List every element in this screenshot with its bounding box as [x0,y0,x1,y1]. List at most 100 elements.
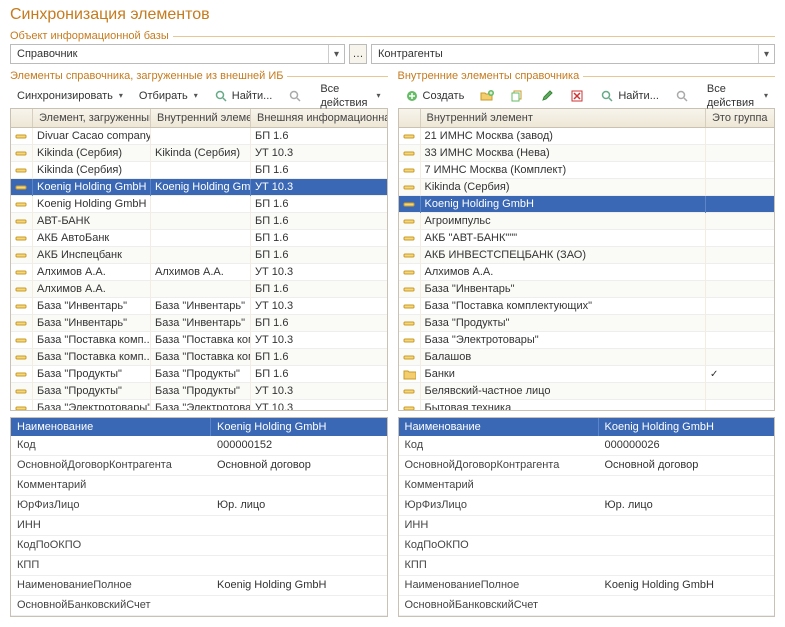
detail-row[interactable]: КПП [399,556,775,576]
table-row[interactable]: База "Инвентарь"База "Инвентарь"УТ 10.3 [11,298,387,315]
object-type-ellipsis-button[interactable]: … [349,44,367,64]
table-row[interactable]: 21 ИМНС Москва (завод) [399,128,775,145]
table-row[interactable]: Алхимов А.А.БП 1.6 [11,281,387,298]
row-icon [399,162,421,179]
edit-button[interactable] [533,86,561,106]
copy-button[interactable] [503,86,531,106]
cell-internal [151,162,251,179]
table-row[interactable]: База "Инвентарь"База "Инвентарь"БП 1.6 [11,315,387,332]
cell-group [706,196,774,213]
table-row[interactable]: Kikinda (Сербия)БП 1.6 [11,162,387,179]
table-row[interactable]: АКБ ИНВЕСТСПЕЦБАНК (ЗАО) [399,247,775,264]
table-row[interactable]: Алхимов А.А. [399,264,775,281]
table-row[interactable]: База "Электротовары"База "Электротовары"… [11,400,387,410]
detail-row[interactable]: ЮрФизЛицоЮр. лицо [399,496,775,516]
detail-row[interactable]: ИНН [11,516,387,536]
object-fieldset: Объект информационной базы Справочник ▾ … [10,30,775,64]
detail-row[interactable]: Код000000152 [11,436,387,456]
table-row[interactable]: Агроимпульс [399,213,775,230]
detail-row[interactable]: НаименованиеПолноеKoenig Holding GmbH [11,576,387,596]
create-icon [405,89,419,103]
table-row[interactable]: Koenig Holding GmbHБП 1.6 [11,196,387,213]
cell-external: Koenig Holding GmbH [33,179,151,196]
table-row[interactable]: АВТ-БАНКБП 1.6 [11,213,387,230]
table-row[interactable]: Алхимов А.А.Алхимов А.А.УТ 10.3 [11,264,387,281]
left-header-ext[interactable]: Элемент, загруженный из ... [33,109,151,127]
left-grid: Элемент, загруженный из ... Внутренний э… [10,108,388,411]
object-ref-field[interactable]: Контрагенты ▾ [371,44,775,64]
cell-name: Koenig Holding GmbH [421,196,707,213]
table-row[interactable]: База "Электротовары" [399,332,775,349]
left-grid-body[interactable]: Divuar Cacao companyБП 1.6Kikinda (Серби… [11,128,387,410]
table-row[interactable]: 7 ИМНС Москва (Комплект) [399,162,775,179]
detail-row[interactable]: ОсновнойБанковскийСчет [399,596,775,616]
detail-row[interactable]: КодПоОКПО [399,536,775,556]
detail-key: Комментарий [11,476,211,495]
delete-button[interactable] [563,86,591,106]
detail-value: 000000152 [211,436,387,455]
right-grid-body[interactable]: 21 ИМНС Москва (завод)33 ИМНС Москва (Не… [399,128,775,410]
table-row[interactable]: Балашов [399,349,775,366]
table-row[interactable]: АКБ ИнспецбанкБП 1.6 [11,247,387,264]
cell-name: Агроимпульс [421,213,707,230]
cell-external: База "Электротовары" [33,400,151,411]
create-button[interactable]: Создать [398,86,472,106]
right-header-group[interactable]: Это группа [706,109,774,127]
detail-row[interactable]: ИНН [399,516,775,536]
filter-button[interactable]: Отбирать▾ [132,86,205,106]
cell-name: 7 ИМНС Москва (Комплект) [421,162,707,179]
detail-row[interactable]: КодПоОКПО [11,536,387,556]
table-row[interactable]: АКБ "АВТ-БАНК""" [399,230,775,247]
detail-row[interactable]: Код000000026 [399,436,775,456]
table-row[interactable]: Kikinda (Сербия) [399,179,775,196]
clear-find-button-left[interactable] [281,86,309,106]
all-actions-left[interactable]: Все действия▾ [313,79,387,113]
detail-row[interactable]: Комментарий [399,476,775,496]
find-button-left[interactable]: Найти... [207,86,280,106]
object-type-field[interactable]: Справочник ▾ [10,44,345,64]
row-icon [11,332,33,349]
table-row[interactable]: Kikinda (Сербия)Kikinda (Сербия)УТ 10.3 [11,145,387,162]
row-icon [399,349,421,366]
table-row[interactable]: АКБ АвтоБанкБП 1.6 [11,230,387,247]
detail-row[interactable]: ЮрФизЛицоЮр. лицо [11,496,387,516]
right-det-header-val: Koenig Holding GmbH [599,418,775,436]
object-legend: Объект информационной базы [10,30,169,42]
table-row[interactable]: База "Продукты" [399,315,775,332]
detail-row[interactable]: Комментарий [11,476,387,496]
detail-row[interactable]: КПП [11,556,387,576]
row-icon [399,315,421,332]
detail-key: ОсновнойДоговорКонтрагента [11,456,211,475]
table-row[interactable]: 33 ИМНС Москва (Нева) [399,145,775,162]
clear-find-button-right[interactable] [668,86,696,106]
all-actions-right[interactable]: Все действия▾ [700,79,775,113]
table-row[interactable]: Белявский-частное лицо [399,383,775,400]
cell-group [706,230,774,247]
detail-row[interactable]: ОсновнойБанковскийСчет [11,596,387,616]
table-row[interactable]: База "Инвентарь" [399,281,775,298]
object-ref-value: Контрагенты [372,44,758,64]
object-ref-dropdown-icon[interactable]: ▾ [758,45,774,63]
table-row[interactable]: База "Продукты"База "Продукты"УТ 10.3 [11,383,387,400]
table-row[interactable]: Koenig Holding GmbHKoenig Holding GmbHУТ… [11,179,387,196]
table-row[interactable]: База "Поставка комп...База "Поставка ком… [11,332,387,349]
table-row[interactable]: Divuar Cacao companyБП 1.6 [11,128,387,145]
left-header-int[interactable]: Внутренний элемент [151,109,251,127]
detail-value [599,516,775,535]
table-row[interactable]: Банки✓ [399,366,775,383]
detail-row[interactable]: НаименованиеПолноеKoenig Holding GmbH [399,576,775,596]
sync-button[interactable]: Синхронизировать▾ [10,86,130,106]
right-header-name[interactable]: Внутренний элемент [421,109,707,127]
table-row[interactable]: База "Продукты"База "Продукты"БП 1.6 [11,366,387,383]
object-type-dropdown-icon[interactable]: ▾ [328,45,344,63]
table-row[interactable]: База "Поставка комплектующих" [399,298,775,315]
find-button-right[interactable]: Найти... [593,86,666,106]
detail-row[interactable]: ОсновнойДоговорКонтрагентаОсновной догов… [399,456,775,476]
create-folder-button[interactable] [473,86,501,106]
table-row[interactable]: Koenig Holding GmbH [399,196,775,213]
left-header-ib[interactable]: Внешняя информационна... [251,109,387,127]
table-row[interactable]: База "Поставка комп...База "Поставка ком… [11,349,387,366]
detail-value [599,536,775,555]
detail-row[interactable]: ОсновнойДоговорКонтрагентаОсновной догов… [11,456,387,476]
table-row[interactable]: Бытовая техника [399,400,775,410]
